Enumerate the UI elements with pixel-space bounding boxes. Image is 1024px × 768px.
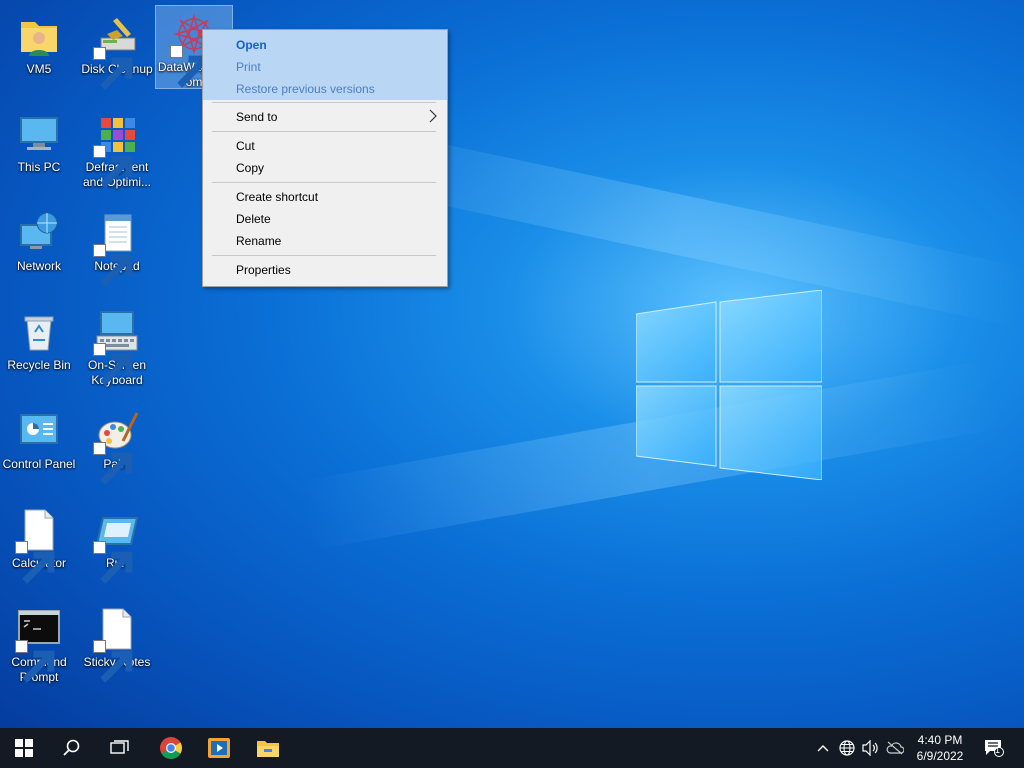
shortcut-arrow-icon [15,640,55,683]
taskbar-clock[interactable]: 4:40 PM 6/9/2022 [905,732,975,764]
menu-item-cut[interactable]: Cut [236,136,255,156]
menu-item-open[interactable]: Open [236,35,267,55]
search-button[interactable] [48,728,96,768]
start-icon [15,739,33,757]
menu-separator [212,102,436,103]
desktop-icon-on-screen-keyboard[interactable]: On-Screen Keyboard [79,308,155,388]
speaker-icon [862,740,878,756]
defragment-icon [93,110,141,188]
shortcut-arrow-icon [93,442,133,485]
desktop-icon-this-pc[interactable]: This PC [1,110,77,175]
clock-time: 4:40 PM [917,733,963,747]
desktop-icon-run[interactable]: Run [79,506,155,584]
desktop-icon-control-panel[interactable]: Control Panel [1,407,77,472]
menu-item-create-shortcut[interactable]: Create shortcut [236,187,318,207]
menu-item-properties[interactable]: Properties [236,260,291,280]
menu-item-print[interactable]: Print [236,57,261,77]
desktop-icon-sticky-notes[interactable]: Sticky Notes [79,605,155,683]
action-center-button[interactable]: 1 [980,728,1008,768]
paint-icon [93,407,141,485]
shortcut-arrow-icon [93,47,133,90]
desktop-icon-label: Recycle Bin [7,358,71,372]
windows-wallpaper-logo [635,289,823,481]
desktop-icon-vm5[interactable]: VM5 [1,12,77,77]
desktop-icon-command-prompt[interactable]: Command Prompt [1,605,77,685]
network-tray-button[interactable] [836,728,858,768]
chrome-taskbar-button[interactable] [147,728,195,768]
start-button[interactable] [0,728,48,768]
network-icon [15,209,63,257]
task-view-button[interactable] [96,728,144,768]
recycle-bin-icon [15,308,63,356]
menu-item-restore-previous-versions[interactable]: Restore previous versions [236,79,375,99]
desktop-icon-paint[interactable]: Paint [79,407,155,485]
shortcut-arrow-icon [93,244,133,287]
desktop-icon-disk-cleanup[interactable]: Disk Cleanup [79,12,155,90]
clock-date: 6/9/2022 [916,749,964,763]
computer-icon [15,110,63,158]
desktop-icon-network[interactable]: Network [1,209,77,274]
menu-item-send-to[interactable]: Send to [236,107,277,127]
blank-file-icon [93,605,141,683]
taskbar: 4:40 PM 6/9/2022 1 [0,728,1024,768]
task-view-icon [110,740,129,754]
context-menu: Open Print Restore previous versions Sen… [202,29,448,287]
shortcut-arrow-icon [93,343,133,386]
file-explorer-taskbar-button[interactable] [244,728,292,768]
chevron-right-icon [429,109,437,123]
desktop-icon-notepad[interactable]: Notepad [79,209,155,287]
desktop-icon-defragment[interactable]: Defragment and Optimi... [79,110,155,190]
volume-tray-button[interactable] [860,728,882,768]
disk-cleanup-icon [93,12,141,90]
command-prompt-icon [15,605,63,683]
file-explorer-icon [257,741,279,757]
shortcut-arrow-icon [170,45,210,88]
desktop-icon-recycle-bin[interactable]: Recycle Bin [1,308,77,373]
onedrive-tray-button[interactable] [884,728,906,768]
blank-file-icon [15,506,63,584]
notepad-icon [93,209,141,287]
shortcut-arrow-icon [15,541,55,584]
control-panel-icon [15,407,63,455]
menu-separator [212,255,436,256]
chrome-icon [160,737,182,759]
shortcut-arrow-icon [93,541,133,584]
keyboard-icon [93,308,141,386]
user-folder-icon [15,12,63,60]
media-player-icon [208,738,230,758]
desktop-icon-label: VM5 [26,62,52,76]
desktop-icon-calculator[interactable]: Calculator [1,506,77,584]
menu-item-delete[interactable]: Delete [236,209,271,229]
notification-icon [985,740,1004,757]
cloud-offline-icon [886,741,904,755]
desktop-icon-label: Control Panel [2,457,76,471]
notification-count: 1 [995,745,1001,755]
menu-separator [212,182,436,183]
run-icon [93,506,141,584]
shortcut-arrow-icon [93,640,133,683]
chevron-up-icon [817,745,829,752]
globe-icon [839,740,855,756]
desktop-icon-label: Network [16,259,61,273]
menu-separator [212,131,436,132]
media-player-taskbar-button[interactable] [195,728,243,768]
menu-item-rename[interactable]: Rename [236,231,281,251]
desktop-icon-label: This PC [17,160,61,174]
shortcut-arrow-icon [93,145,133,188]
search-icon [63,739,80,756]
menu-item-copy[interactable]: Copy [236,158,264,178]
show-hidden-icons-button[interactable] [812,728,834,768]
